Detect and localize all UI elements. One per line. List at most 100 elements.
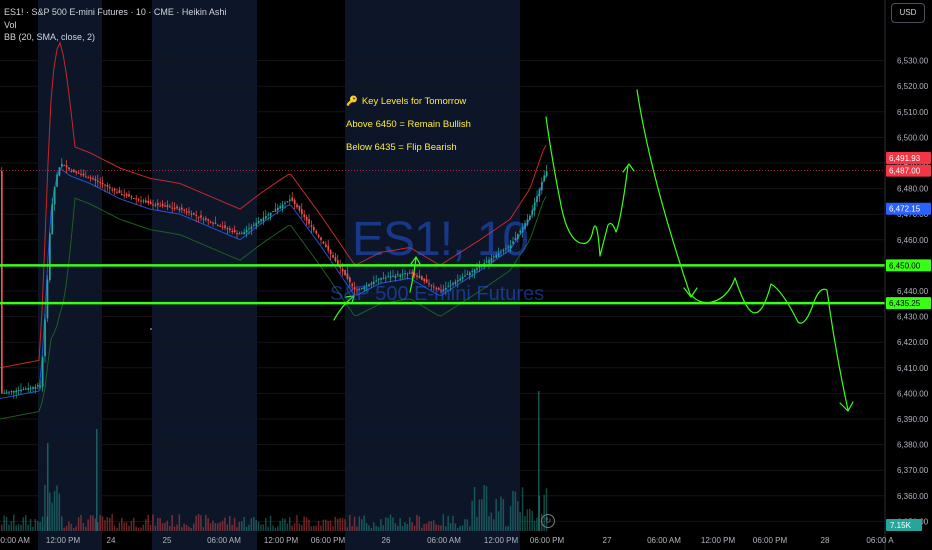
volume-bar (286, 523, 289, 531)
volume-bar (15, 525, 17, 531)
note-title[interactable]: 🔑 Key Levels for Tomorrow (346, 96, 466, 107)
watermark-symbol: ES1!, 10 (352, 213, 529, 266)
candle-body (533, 203, 536, 211)
volume-bar (121, 517, 123, 531)
candle-body (53, 186, 56, 205)
volume-bar (519, 512, 521, 531)
x-tick-label: 24 (107, 536, 116, 545)
price-chart[interactable]: 6,530.006,520.006,510.006,500.006,490.00… (0, 0, 932, 550)
volume-bar (20, 524, 22, 531)
bollinger-legend[interactable]: BB (20, SMA, close, 2) (4, 31, 226, 44)
volume-bar (320, 525, 322, 531)
volume-bar (44, 484, 46, 531)
candle-body (389, 276, 392, 278)
candle-body (310, 225, 313, 227)
volume-bar (341, 518, 344, 531)
candle-body (212, 222, 214, 224)
candle-body (173, 207, 176, 209)
volume-bar (96, 429, 98, 531)
candle-body (123, 194, 126, 196)
currency-button[interactable]: USD (891, 3, 925, 23)
volume-bar (281, 518, 284, 531)
volume-bar (49, 492, 51, 531)
x-tick-label: 06:00 PM (311, 536, 346, 545)
volume-bar (257, 521, 260, 531)
candle-body (277, 207, 279, 211)
candle-body (166, 205, 169, 207)
x-tick-label: 06:00 A (866, 536, 894, 545)
volume-bar (373, 522, 375, 531)
candle-body (284, 202, 286, 204)
volume-bar (329, 520, 332, 531)
volume-bar (363, 515, 365, 531)
candle-body (164, 205, 166, 207)
candle-body (68, 167, 70, 170)
symbol-legend[interactable]: ES1! · S&P 500 E-mini Futures · 10 · CME… (4, 6, 226, 19)
volume-bar (77, 517, 80, 531)
volume-bar (17, 524, 20, 531)
volume-bar (339, 517, 341, 531)
volume-bar (308, 519, 310, 531)
volume-bar (418, 516, 421, 531)
x-tick-label: 06:00 PM (530, 536, 565, 545)
volume-bar (27, 524, 29, 531)
volume-bar (51, 502, 53, 531)
y-tick-label: 6,400.00 (897, 389, 929, 398)
candle-body (269, 212, 272, 216)
volume-bar (466, 519, 469, 531)
volume-bar (533, 520, 536, 531)
candle-body (377, 278, 380, 280)
x-tick-label: 00:00 AM (0, 536, 30, 545)
volume-bar (488, 516, 490, 531)
volume-bar (118, 522, 121, 531)
candle-body (214, 222, 217, 224)
volume-bar (34, 518, 37, 531)
volume-bar (277, 526, 279, 531)
volume-bar (325, 519, 327, 531)
candle-body (538, 189, 541, 197)
volume-legend[interactable]: Vol (4, 19, 226, 32)
candle-body (303, 214, 306, 218)
replay-icon[interactable]: ↻ (541, 514, 555, 528)
candle-body (327, 245, 330, 251)
candle-body (404, 273, 406, 275)
x-tick-label: 12:00 PM (46, 536, 81, 545)
volume-bar (440, 525, 442, 531)
volume-bar (485, 486, 488, 531)
volume-bar (404, 522, 406, 531)
volume-bar (226, 524, 229, 531)
volume-bar (385, 517, 387, 531)
candle-body (178, 208, 181, 211)
x-tick-label: 06:00 AM (647, 536, 681, 545)
candle-body (241, 233, 243, 235)
candle-body (128, 194, 130, 197)
volume-bar (478, 499, 481, 531)
note-below[interactable]: Below 6435 = Flip Bearish (346, 142, 457, 153)
volume-bar (337, 518, 339, 531)
volume-bar (1, 524, 3, 531)
volume-bar (68, 521, 70, 531)
volume-bar (214, 523, 217, 531)
volume-bar (197, 514, 200, 531)
candle-body (257, 221, 260, 224)
candle-body (286, 201, 289, 203)
volume-bar (152, 514, 154, 531)
x-tick-label: 27 (603, 536, 612, 545)
candle-body (63, 165, 66, 167)
candle-body (219, 225, 222, 227)
candle-body (329, 250, 332, 255)
volume-bar (435, 524, 437, 531)
volume-tag-label: 7.15K (890, 521, 912, 530)
y-tick-label: 6,500.00 (897, 133, 929, 142)
chart-legend: ES1! · S&P 500 E-mini Futures · 10 · CME… (4, 6, 226, 44)
candle-body (233, 229, 236, 233)
candle-body (113, 188, 116, 191)
volume-bar (243, 516, 245, 531)
volume-bar (442, 514, 445, 531)
candle-body (406, 273, 409, 275)
volume-bar (269, 515, 272, 531)
volume-bar (483, 484, 485, 531)
watermark-name: S&P 500 E-mini Futures (330, 283, 545, 305)
candle-body (334, 257, 337, 262)
note-above[interactable]: Above 6450 = Remain Bullish (346, 119, 471, 130)
